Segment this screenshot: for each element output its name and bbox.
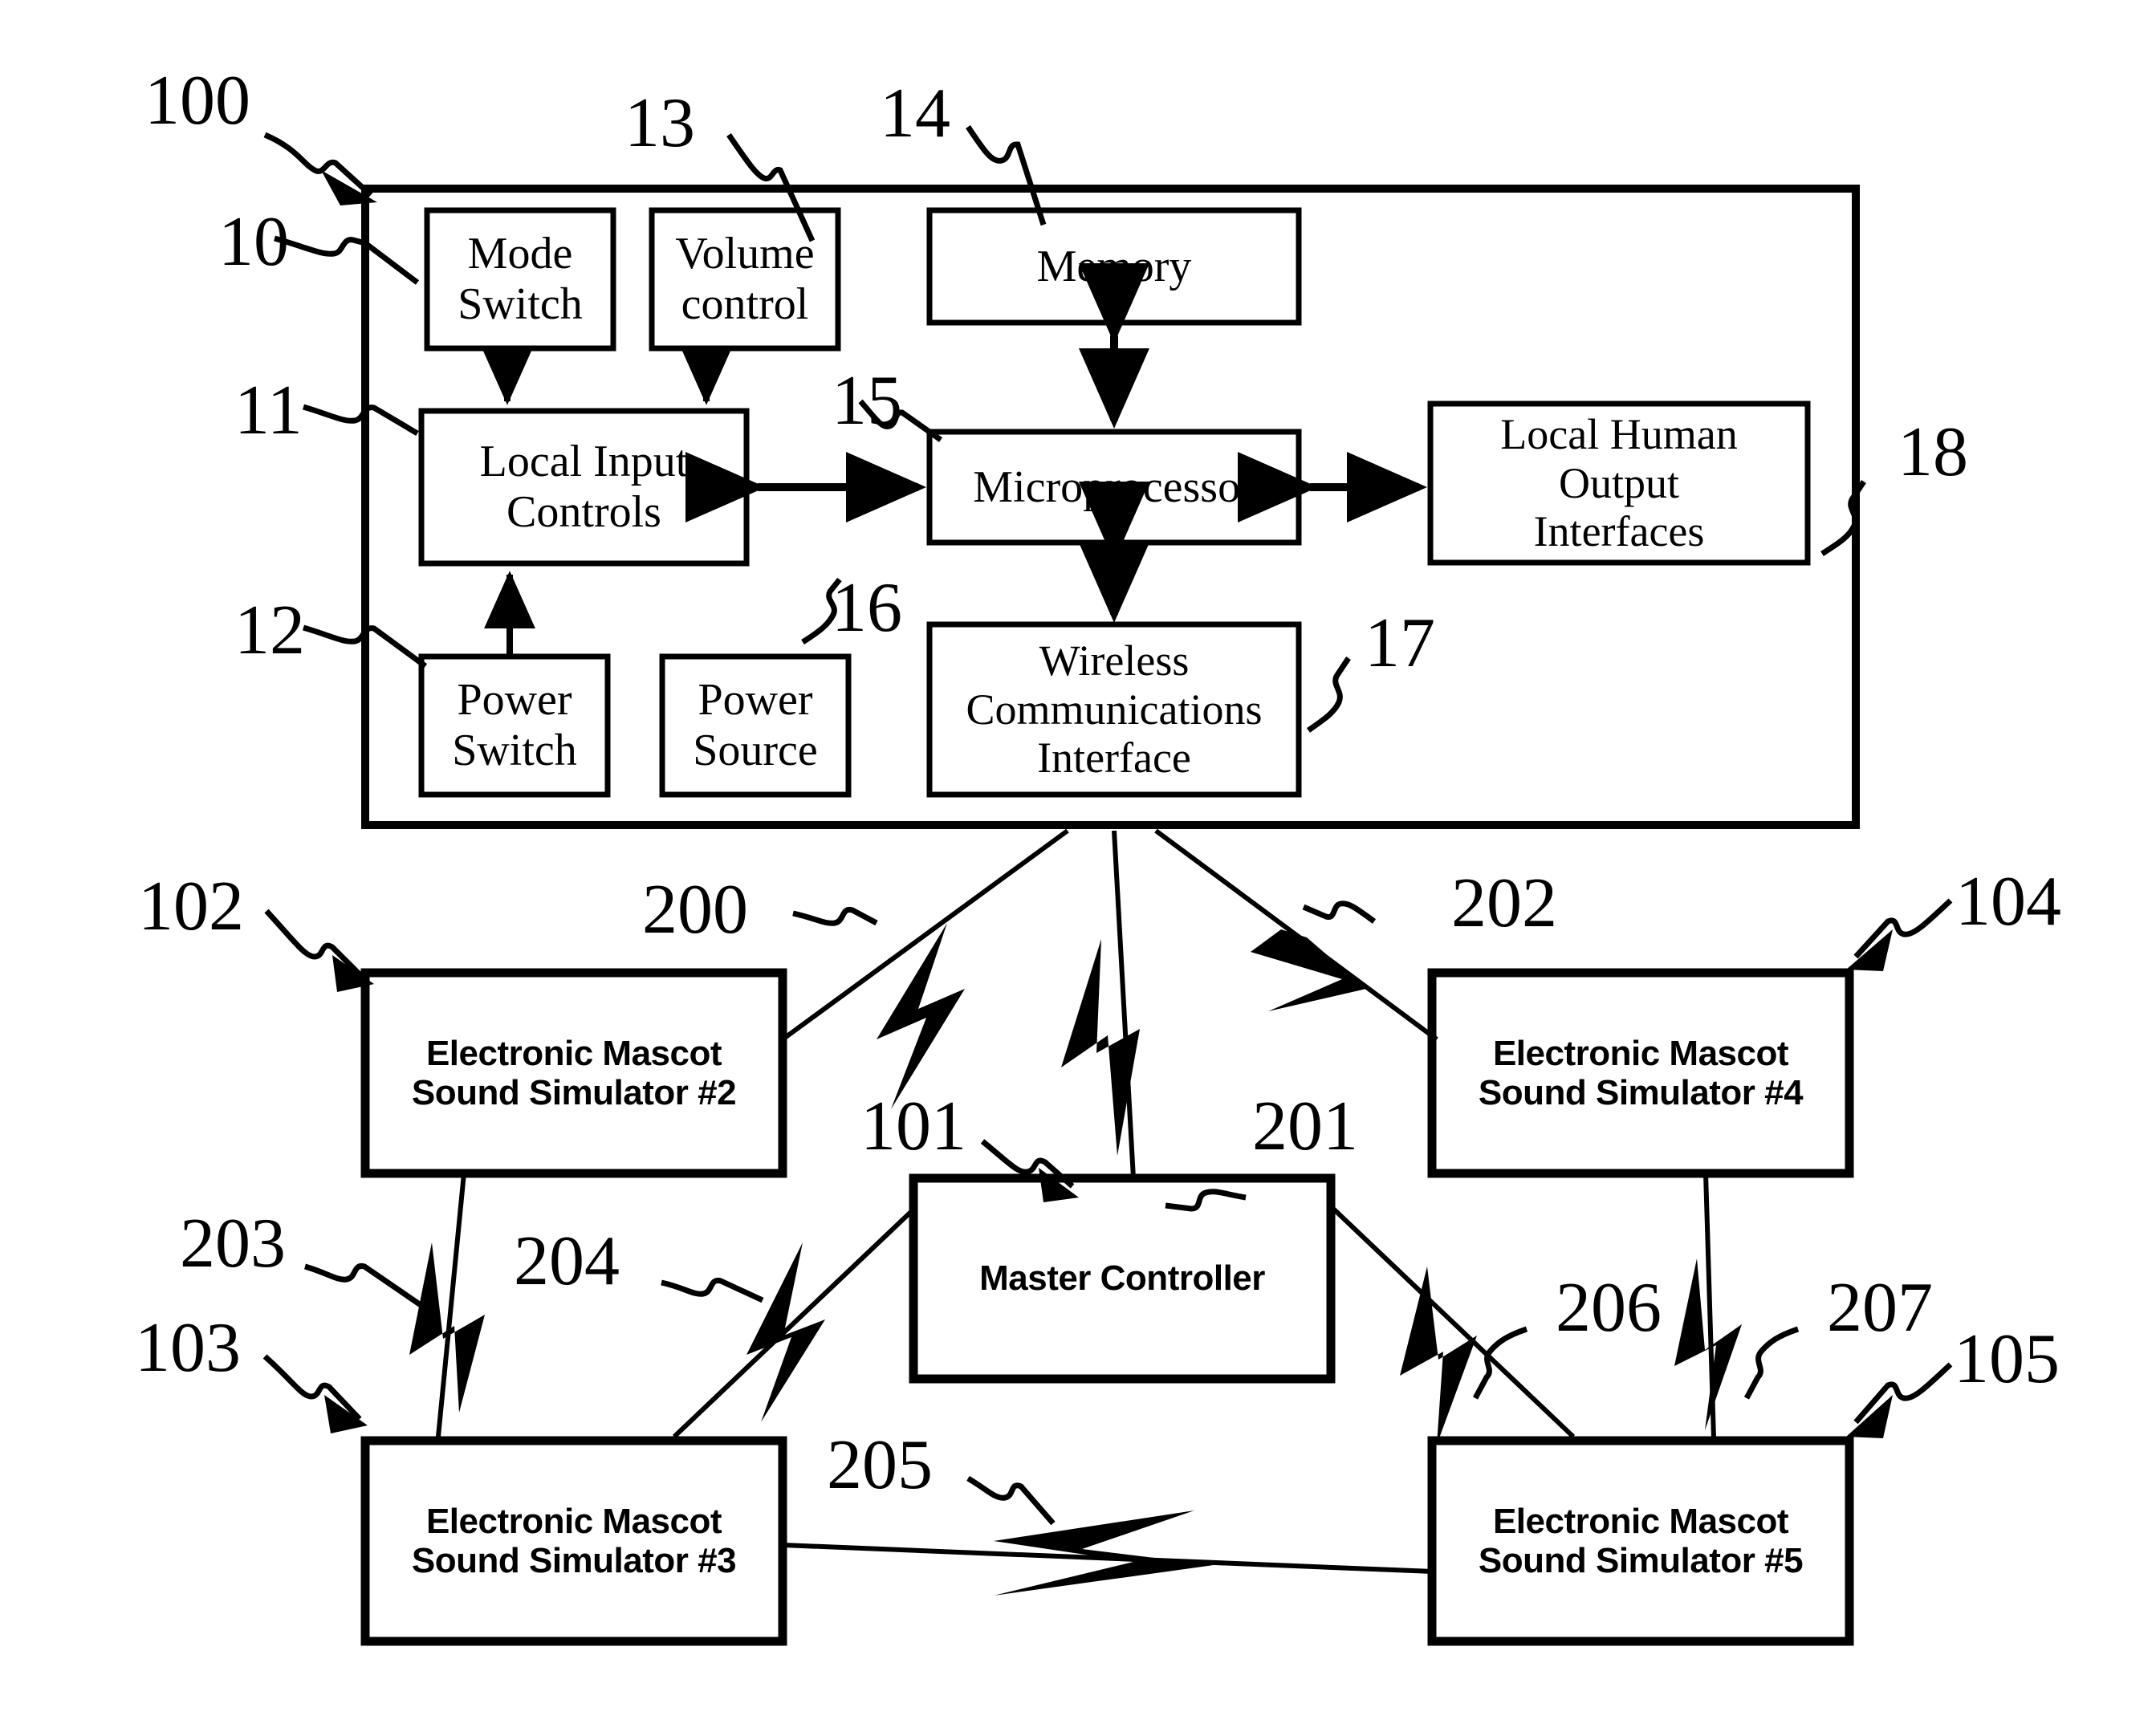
ref-numeral-202: 202	[1451, 864, 1557, 942]
power-source-label: Power Source	[693, 675, 818, 775]
ref-numeral-207: 207	[1827, 1269, 1933, 1347]
ref-numeral-13: 13	[624, 84, 695, 162]
lead-203	[304, 1262, 427, 1311]
lightning-bolt-206	[1400, 1267, 1477, 1445]
patent-figure: Mode Switch Volume control Memory Local …	[0, 0, 2156, 1728]
ref-numeral-104: 104	[1955, 863, 2061, 941]
lead-103	[262, 1354, 362, 1421]
power-switch-label: Power Switch	[452, 675, 577, 775]
memory-label: Memory	[1036, 241, 1192, 291]
lead-11	[303, 404, 419, 437]
ref-numeral-16: 16	[832, 569, 902, 647]
lead-202	[1302, 901, 1377, 924]
mascot-5-label: Electronic Mascot Sound Simulator #5	[1478, 1501, 1804, 1580]
ref-numeral-101: 101	[860, 1088, 966, 1165]
link-206-line	[1330, 1206, 1576, 1439]
ref-numeral-201: 201	[1252, 1088, 1358, 1165]
lead-104	[1853, 898, 1953, 959]
lightning-bolt-202	[1251, 929, 1366, 1011]
lead-205	[966, 1475, 1056, 1526]
lead-200	[792, 906, 878, 926]
mascot-2-label: Electronic Mascot Sound Simulator #2	[411, 1033, 737, 1112]
mode-switch-label: Mode Switch	[458, 229, 583, 329]
local-input-controls-label: Local Input Controls	[479, 437, 689, 537]
ref-numeral-205: 205	[827, 1426, 933, 1504]
mascot-4-label: Electronic Mascot Sound Simulator #4	[1478, 1033, 1804, 1112]
ref-numeral-14: 14	[880, 75, 950, 152]
ref-numeral-200: 200	[642, 871, 748, 949]
link-205-line	[782, 1543, 1433, 1574]
lead-207	[1743, 1326, 1800, 1400]
ref-numeral-100: 100	[144, 62, 250, 140]
ref-numeral-15: 15	[832, 362, 902, 440]
ref-numeral-206: 206	[1556, 1269, 1662, 1347]
lead-105	[1853, 1362, 1953, 1425]
link-204-line	[672, 1206, 917, 1439]
ref-numeral-103: 103	[135, 1309, 241, 1387]
ref-numeral-17: 17	[1365, 604, 1435, 682]
mascot-3-label: Electronic Mascot Sound Simulator #3	[411, 1501, 737, 1580]
lead-204	[661, 1277, 764, 1303]
lead-10	[274, 235, 420, 285]
lightning-bolt-200	[877, 923, 965, 1109]
lead-105-arrowhead	[1846, 1395, 1893, 1438]
ref-numeral-105: 105	[1954, 1320, 2060, 1398]
ref-numeral-18: 18	[1898, 413, 1968, 491]
lead-100	[263, 132, 373, 197]
local-human-output-label: Local Human Output Interfaces	[1500, 410, 1738, 556]
ref-numeral-203: 203	[180, 1205, 286, 1283]
ref-numeral-12: 12	[234, 592, 305, 669]
ref-numeral-10: 10	[218, 203, 289, 281]
ref-numeral-102: 102	[138, 868, 244, 945]
volume-control-label: Volume control	[675, 229, 815, 329]
ref-numeral-204: 204	[514, 1222, 620, 1300]
wireless-comms-label: Wireless Communications Interface	[966, 636, 1263, 783]
ref-numeral-11: 11	[234, 372, 303, 449]
lead-104-arrowhead	[1846, 929, 1893, 971]
master-controller-label: Master Controller	[979, 1258, 1265, 1299]
microprocessor-label: Microprocessor	[973, 461, 1255, 512]
lead-17	[1306, 657, 1351, 733]
